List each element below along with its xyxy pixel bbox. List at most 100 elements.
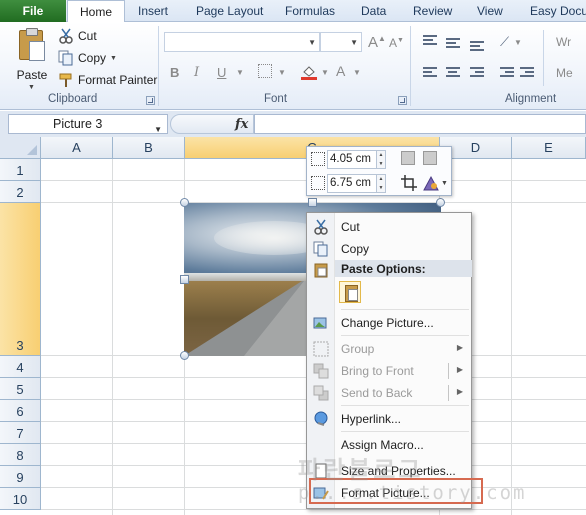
menu-separator <box>341 431 469 432</box>
send-backward-icon[interactable] <box>423 151 437 165</box>
top-align-icon[interactable] <box>423 35 437 47</box>
insert-function-button[interactable]: fx <box>235 117 248 132</box>
name-box[interactable]: Picture 3 ▼ <box>8 114 168 134</box>
menu-item-send-to-back[interactable]: Send to Back ▶ <box>307 382 471 404</box>
fill-color-icon[interactable] <box>301 64 317 80</box>
shrink-font-button[interactable]: A▼ <box>389 36 404 50</box>
row-header-9[interactable]: 9 <box>0 466 41 488</box>
menu-item-change-picture[interactable]: Change Picture... <box>307 312 471 334</box>
row-header-7[interactable]: 7 <box>0 422 41 444</box>
group-separator <box>158 26 159 106</box>
paintbrush-icon <box>58 72 74 88</box>
paste-option-keep-formatting[interactable] <box>339 281 361 303</box>
height-spinner[interactable]: ▲ ▼ <box>377 150 386 169</box>
menu-item-label: Change Picture... <box>341 316 434 330</box>
clipboard-dialog-launcher[interactable] <box>146 96 155 105</box>
copy-icon <box>58 50 74 66</box>
copy-button[interactable]: Copy ▼ <box>58 50 117 66</box>
menu-item-group[interactable]: Group ▶ <box>307 338 471 360</box>
width-spinner[interactable]: ▲ ▼ <box>377 174 386 193</box>
cut-button[interactable]: Cut <box>58 28 97 44</box>
resize-handle-left[interactable] <box>180 275 189 284</box>
paste-button[interactable]: Paste ▼ <box>12 27 52 91</box>
font-dialog-launcher[interactable] <box>398 96 407 105</box>
font-size-combo[interactable]: ▼ <box>320 32 362 52</box>
tab-easy-document[interactable]: Easy Docu <box>530 0 586 22</box>
watermark-text: 파란블로그 <box>298 457 424 484</box>
row-header-5[interactable]: 5 <box>0 378 41 400</box>
row-header-8[interactable]: 8 <box>0 444 41 466</box>
name-box-value: Picture 3 <box>53 117 103 131</box>
ribbon-home: Paste ▼ Cut Copy ▼ Format Painter Clipbo… <box>0 22 586 110</box>
crop-icon[interactable] <box>401 175 417 191</box>
menu-separator <box>341 309 469 310</box>
italic-button[interactable]: I <box>194 65 199 80</box>
underline-button[interactable]: U <box>217 65 226 80</box>
menu-item-cut[interactable]: Cut <box>307 216 471 238</box>
menu-item-bring-to-front[interactable]: Bring to Front ▶ <box>307 360 471 382</box>
tab-review[interactable]: Review <box>413 0 452 22</box>
bring-forward-icon[interactable] <box>401 151 415 165</box>
row-header-6[interactable]: 6 <box>0 400 41 422</box>
orientation-icon[interactable]: ⟋ <box>500 34 509 50</box>
align-left-icon[interactable] <box>423 67 437 79</box>
bold-button[interactable]: B <box>170 65 179 80</box>
increase-indent-icon[interactable] <box>520 67 534 79</box>
resize-handle-top-right[interactable] <box>436 198 445 207</box>
menu-item-label: Copy <box>341 242 370 256</box>
menu-item-copy[interactable]: Copy <box>307 238 471 260</box>
wrap-text-button[interactable]: Wr <box>556 35 571 49</box>
format-painter-button[interactable]: Format Painter <box>58 72 157 88</box>
tab-home[interactable]: Home <box>67 0 125 23</box>
column-header-b[interactable]: B <box>113 137 185 159</box>
row-header-3[interactable]: 3 <box>0 203 41 356</box>
row-header-4[interactable]: 4 <box>0 356 41 378</box>
gridline <box>41 509 586 510</box>
ribbon-tab-bar: File Home Insert Page Layout Formulas Da… <box>0 0 586 23</box>
row-header-2[interactable]: 2 <box>0 181 41 203</box>
shape-height-icon <box>311 152 325 166</box>
split-divider <box>448 363 449 379</box>
bottom-align-icon[interactable] <box>470 41 484 53</box>
chevron-down-icon: ▼ <box>514 38 522 47</box>
column-header-a[interactable]: A <box>41 137 113 159</box>
tab-file[interactable]: File <box>0 0 66 22</box>
resize-handle-bottom-left[interactable] <box>180 351 189 360</box>
clipboard-icon <box>313 262 329 278</box>
change-picture-icon <box>313 315 329 331</box>
tab-page-layout[interactable]: Page Layout <box>196 0 263 22</box>
hyperlink-icon <box>313 411 329 427</box>
alignment-group-label: Alignment <box>505 93 557 105</box>
align-center-icon[interactable] <box>446 67 460 79</box>
copy-label: Copy <box>78 51 107 65</box>
formula-input[interactable] <box>254 114 586 134</box>
font-group-label: Font <box>264 93 288 105</box>
chevron-down-icon: ▼ <box>441 180 448 187</box>
middle-align-icon[interactable] <box>446 38 460 50</box>
row-header-10[interactable]: 10 <box>0 488 41 510</box>
row-header-1[interactable]: 1 <box>0 159 41 181</box>
shape-width-field[interactable]: 6.75 cm <box>327 174 377 193</box>
tab-view[interactable]: View <box>477 0 503 22</box>
font-name-combo[interactable]: ▼ <box>164 32 320 52</box>
picture-styles-icon[interactable] <box>423 175 439 191</box>
menu-item-hyperlink[interactable]: Hyperlink... <box>307 408 471 430</box>
select-all-button[interactable] <box>0 137 41 159</box>
borders-icon[interactable] <box>258 64 272 78</box>
font-color-button[interactable]: A <box>336 63 345 79</box>
formula-bar: Picture 3 ▼ fx <box>0 111 586 137</box>
align-right-icon[interactable] <box>470 67 484 79</box>
chevron-down-icon: ▼ <box>308 38 316 47</box>
decrease-indent-icon[interactable] <box>500 67 514 79</box>
tab-formulas[interactable]: Formulas <box>285 0 335 22</box>
resize-handle-top-left[interactable] <box>180 198 189 207</box>
shape-height-field[interactable]: 4.05 cm <box>327 150 377 169</box>
tab-insert[interactable]: Insert <box>138 0 168 22</box>
resize-handle-top[interactable] <box>308 198 317 207</box>
excel-window: File Home Insert Page Layout Formulas Da… <box>0 0 586 515</box>
clipboard-group-label: Clipboard <box>48 93 98 105</box>
grow-font-button[interactable]: A▲ <box>368 34 386 51</box>
column-header-e[interactable]: E <box>512 137 586 159</box>
merge-center-button[interactable]: Me <box>556 66 573 80</box>
tab-data[interactable]: Data <box>361 0 386 22</box>
